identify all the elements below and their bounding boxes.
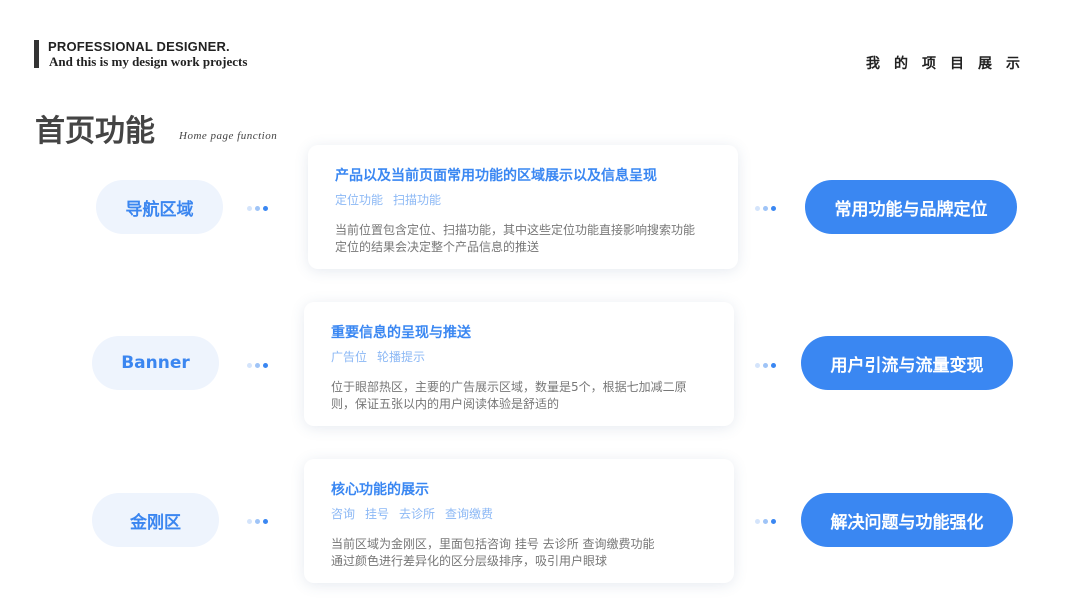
connector-dots [247,204,268,212]
connector-dots [247,517,268,525]
card-description: 当前位置包含定位、扫描功能，其中这些定位功能直接影响搜索功能 定位的结果会决定整… [335,222,724,256]
tag: 扫描功能 [393,193,442,207]
card-description: 位于眼部热区，主要的广告展示区域，数量是5个，根据七加减二原 则，保证五张以内的… [331,379,720,413]
desc-line: 定位的结果会决定整个产品信息的推送 [335,240,540,254]
right-pill-brand: 常用功能与品牌定位 [805,180,1017,234]
desc-line: 通过颜色进行差异化的区分层级排序，吸引用户眼球 [331,554,608,568]
tag: 广告位 [331,350,368,364]
page-subtitle: Home page function [179,130,278,142]
card-title: 重要信息的呈现与推送 [331,325,471,341]
right-pill-problem-solving: 解决问题与功能强化 [801,493,1013,547]
card-title: 核心功能的展示 [331,482,429,498]
connector-dots [755,204,776,212]
feature-card: 重要信息的呈现与推送 广告位 轮播提示 位于眼部热区，主要的广告展示区域，数量是… [304,302,734,426]
left-pill-banner: Banner [92,336,219,390]
project-label: 我的项目展示 [866,56,1034,72]
left-pill-nav-area: 导航区域 [96,180,223,234]
desc-line: 位于眼部热区，主要的广告展示区域，数量是5个，根据七加减二原 [331,380,687,394]
tag: 挂号 [365,507,390,521]
connector-dots [755,517,776,525]
card-tags: 咨询 挂号 去诊所 查询缴费 [331,505,493,522]
left-pill-kingkong: 金刚区 [92,493,219,547]
page-title: 首页功能 [35,114,155,149]
right-pill-traffic: 用户引流与流量变现 [801,336,1013,390]
card-title: 产品以及当前页面常用功能的区域展示以及信息呈现 [335,168,657,184]
card-description: 当前区域为金刚区，里面包括咨询 挂号 去诊所 查询缴费功能 通过颜色进行差异化的… [331,536,720,570]
feature-card: 核心功能的展示 咨询 挂号 去诊所 查询缴费 当前区域为金刚区，里面包括咨询 挂… [304,459,734,583]
card-tags: 广告位 轮播提示 [331,348,425,365]
card-tags: 定位功能 扫描功能 [335,191,441,208]
tag: 去诊所 [399,507,436,521]
feature-card: 产品以及当前页面常用功能的区域展示以及信息呈现 定位功能 扫描功能 当前位置包含… [308,145,738,269]
desc-line: 则，保证五张以内的用户阅读体验是舒适的 [331,397,560,411]
tag: 查询缴费 [445,507,494,521]
desc-line: 当前位置包含定位、扫描功能，其中这些定位功能直接影响搜索功能 [335,223,696,237]
brand-accent-bar [34,40,39,68]
connector-dots [755,361,776,369]
tag: 轮播提示 [377,350,426,364]
brand-title: PROFESSIONAL DESIGNER. [48,39,230,54]
desc-line: 当前区域为金刚区，里面包括咨询 挂号 去诊所 查询缴费功能 [331,537,655,551]
tag: 咨询 [331,507,356,521]
connector-dots [247,361,268,369]
tag: 定位功能 [335,193,384,207]
brand-subtitle: And this is my design work projects [49,54,248,69]
